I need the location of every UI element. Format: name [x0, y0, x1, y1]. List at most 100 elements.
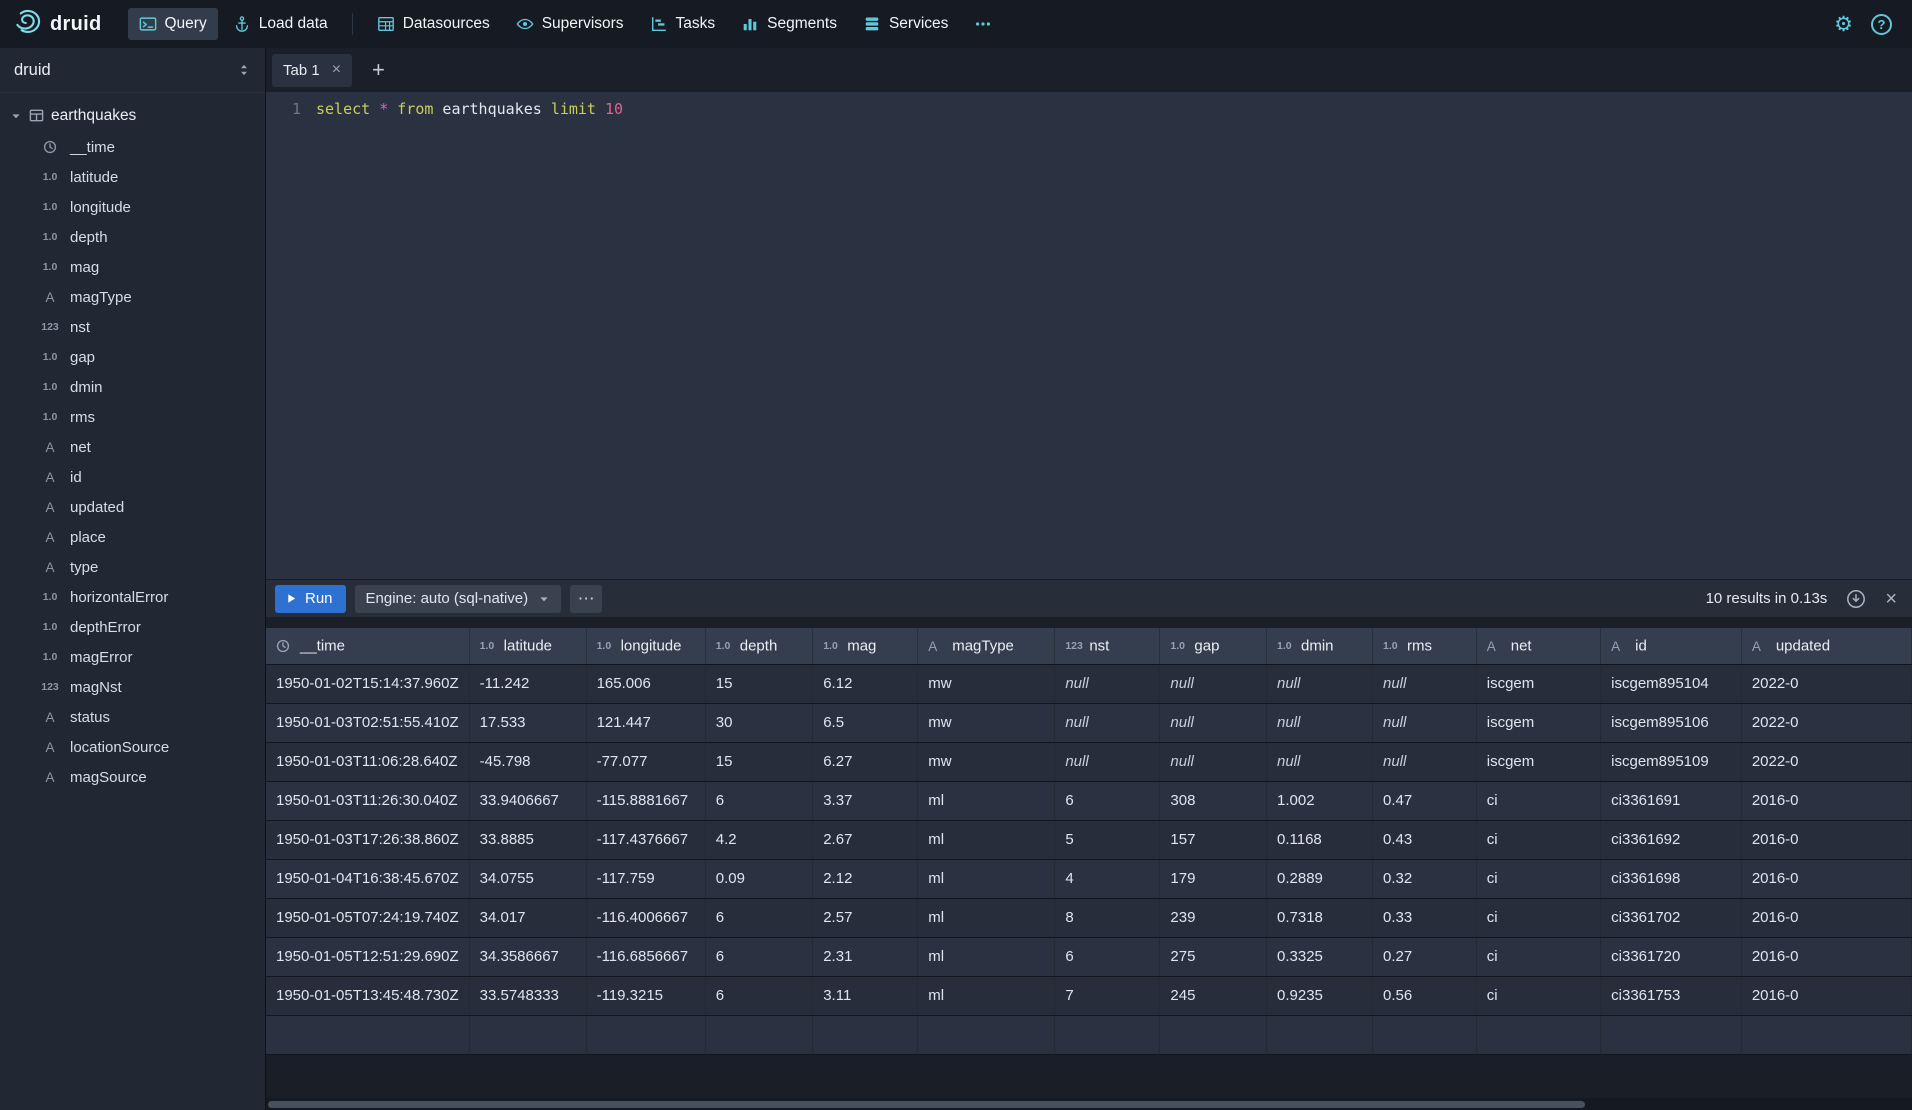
table-cell[interactable]: ci — [1476, 976, 1600, 1015]
table-cell[interactable]: ci3361698 — [1601, 859, 1742, 898]
query-more-button[interactable]: ⋯ — [570, 585, 602, 613]
table-cell[interactable]: 165.006 — [586, 664, 705, 703]
table-cell[interactable]: null — [1372, 703, 1476, 742]
table-cell[interactable]: 0.3325 — [1267, 937, 1373, 976]
column-header-rms[interactable]: 1.0rms — [1372, 628, 1476, 664]
table-cell[interactable]: 6 — [1055, 781, 1160, 820]
sidebar-column-dmin[interactable]: 1.0dmin — [0, 372, 265, 402]
nav-item-more[interactable] — [963, 8, 1003, 40]
sidebar-column-status[interactable]: Astatus — [0, 702, 265, 732]
table-cell[interactable]: 2016-0 — [1741, 820, 1911, 859]
table-cell[interactable]: mw — [918, 742, 1055, 781]
table-cell[interactable]: iscgem — [1476, 703, 1600, 742]
table-cell[interactable]: 0.33 — [1372, 898, 1476, 937]
table-cell[interactable]: null — [1055, 742, 1160, 781]
table-cell[interactable]: 34.3586667 — [469, 937, 586, 976]
table-cell[interactable]: 179 — [1160, 859, 1267, 898]
column-header-gap[interactable]: 1.0gap — [1160, 628, 1267, 664]
table-cell[interactable]: 275 — [1160, 937, 1267, 976]
table-cell[interactable]: -45.798 — [469, 742, 586, 781]
table-cell[interactable]: null — [1160, 703, 1267, 742]
sql-editor[interactable]: 1 select * from earthquakes limit 10 — [266, 92, 1912, 579]
table-cell[interactable]: iscgem895109 — [1601, 742, 1742, 781]
table-cell[interactable]: 2.67 — [813, 820, 918, 859]
sidebar-column-depthError[interactable]: 1.0depthError — [0, 612, 265, 642]
column-header-id[interactable]: Aid — [1601, 628, 1742, 664]
table-cell[interactable]: 0.43 — [1372, 820, 1476, 859]
table-cell[interactable]: ci — [1476, 820, 1600, 859]
table-cell[interactable]: -116.6856667 — [586, 937, 705, 976]
sidebar-column-place[interactable]: Aplace — [0, 522, 265, 552]
table-cell[interactable]: 239 — [1160, 898, 1267, 937]
table-cell[interactable]: 2016-0 — [1741, 859, 1911, 898]
table-cell[interactable]: 0.1168 — [1267, 820, 1373, 859]
table-cell[interactable]: 8 — [1055, 898, 1160, 937]
close-results-icon[interactable]: × — [1879, 589, 1903, 609]
sidebar-column-magNst[interactable]: 123magNst — [0, 672, 265, 702]
table-cell[interactable]: ci — [1476, 898, 1600, 937]
table-cell[interactable]: 15 — [705, 742, 812, 781]
table-cell[interactable]: 34.017 — [469, 898, 586, 937]
table-cell[interactable]: 6 — [705, 937, 812, 976]
tab-1[interactable]: Tab 1× — [272, 54, 352, 87]
table-cell[interactable]: 1950-01-05T13:45:48.730Z — [266, 976, 469, 1015]
table-cell[interactable]: 30 — [705, 703, 812, 742]
table-cell[interactable]: 2022-0 — [1741, 703, 1911, 742]
table-cell[interactable]: ci3361702 — [1601, 898, 1742, 937]
table-cell[interactable]: ml — [918, 820, 1055, 859]
nav-item-supervisors[interactable]: Supervisors — [505, 8, 635, 40]
table-cell[interactable]: 5 — [1055, 820, 1160, 859]
table-cell[interactable]: 6.27 — [813, 742, 918, 781]
sidebar-column-magType[interactable]: AmagType — [0, 282, 265, 312]
table-cell[interactable]: null — [1372, 664, 1476, 703]
table-cell[interactable]: -117.4376667 — [586, 820, 705, 859]
column-header-depth[interactable]: 1.0depth — [705, 628, 812, 664]
column-header-magType[interactable]: AmagType — [918, 628, 1055, 664]
table-cell[interactable]: 2016-0 — [1741, 937, 1911, 976]
table-cell[interactable]: 1950-01-03T11:26:30.040Z — [266, 781, 469, 820]
sidebar-column-longitude[interactable]: 1.0longitude — [0, 192, 265, 222]
table-cell[interactable]: 0.27 — [1372, 937, 1476, 976]
table-cell[interactable]: iscgem895106 — [1601, 703, 1742, 742]
sidebar-column-locationSource[interactable]: AlocationSource — [0, 732, 265, 762]
column-header-__time[interactable]: __time — [266, 628, 469, 664]
table-cell[interactable]: ci3361720 — [1601, 937, 1742, 976]
table-cell[interactable]: 7 — [1055, 976, 1160, 1015]
column-header-nst[interactable]: 123nst — [1055, 628, 1160, 664]
new-tab-button[interactable]: + — [365, 59, 392, 81]
table-cell[interactable]: 6 — [705, 898, 812, 937]
table-cell[interactable]: iscgem895104 — [1601, 664, 1742, 703]
table-cell[interactable]: 1950-01-03T02:51:55.410Z — [266, 703, 469, 742]
table-cell[interactable]: 33.8885 — [469, 820, 586, 859]
table-cell[interactable]: ci3361692 — [1601, 820, 1742, 859]
table-cell[interactable]: null — [1372, 742, 1476, 781]
sidebar-column-updated[interactable]: Aupdated — [0, 492, 265, 522]
table-cell[interactable]: ml — [918, 781, 1055, 820]
table-cell[interactable]: null — [1160, 664, 1267, 703]
double-caret-vertical-icon[interactable] — [237, 63, 251, 77]
table-cell[interactable]: ml — [918, 859, 1055, 898]
table-cell[interactable]: -11.242 — [469, 664, 586, 703]
table-cell[interactable]: 33.9406667 — [469, 781, 586, 820]
table-cell[interactable]: 33.5748333 — [469, 976, 586, 1015]
column-header-mag[interactable]: 1.0mag — [813, 628, 918, 664]
table-cell[interactable]: 4 — [1055, 859, 1160, 898]
table-cell[interactable]: iscgem — [1476, 742, 1600, 781]
table-cell[interactable]: 0.9235 — [1267, 976, 1373, 1015]
table-cell[interactable]: 2.12 — [813, 859, 918, 898]
table-cell[interactable]: 17.533 — [469, 703, 586, 742]
sidebar-column-latitude[interactable]: 1.0latitude — [0, 162, 265, 192]
tab-close-icon[interactable]: × — [332, 62, 341, 78]
table-cell[interactable]: 0.2889 — [1267, 859, 1373, 898]
table-cell[interactable]: 2.57 — [813, 898, 918, 937]
table-cell[interactable]: null — [1267, 703, 1373, 742]
table-cell[interactable]: ci3361691 — [1601, 781, 1742, 820]
sidebar-column-magSource[interactable]: AmagSource — [0, 762, 265, 792]
table-cell[interactable]: 2016-0 — [1741, 976, 1911, 1015]
table-cell[interactable]: -116.4006667 — [586, 898, 705, 937]
sidebar-column-net[interactable]: Anet — [0, 432, 265, 462]
engine-selector[interactable]: Engine: auto (sql-native) — [355, 585, 562, 613]
nav-item-segments[interactable]: Segments — [730, 8, 848, 40]
column-header-net[interactable]: Anet — [1476, 628, 1600, 664]
nav-item-datasources[interactable]: Datasources — [366, 8, 501, 40]
